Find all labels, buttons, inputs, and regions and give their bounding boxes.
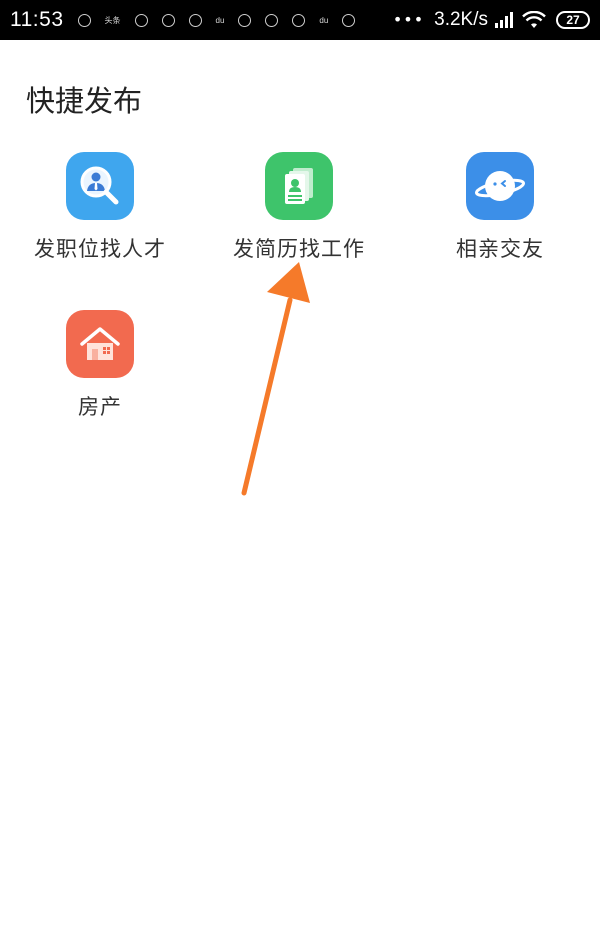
network-speed: 3.2K/s [434, 9, 488, 30]
status-bar: 11:53 头条 du du ••• 3.2K/s 27 [0, 0, 600, 40]
status-time: 11:53 [10, 8, 64, 31]
more-notifications-icon: ••• [392, 10, 425, 29]
quick-publish-item-recruit[interactable]: 发职位找人才 [10, 152, 190, 263]
quick-publish-item-dating[interactable]: 相亲交友 [410, 152, 590, 263]
quick-publish-item-label: 房产 [78, 395, 122, 419]
status-right: ••• 3.2K/s 27 [393, 9, 590, 31]
annotation-arrow [241, 262, 310, 496]
notification-circle-icon [342, 13, 356, 27]
quick-publish-item-resume[interactable]: 发简历找工作 [209, 152, 389, 263]
notification-circle-icon [265, 13, 279, 27]
notification-circle-icon [161, 13, 175, 27]
notification-circle-icon [188, 13, 202, 27]
notification-circle-icon [238, 13, 252, 27]
quick-publish-item-real-estate[interactable]: 房产 [10, 310, 190, 421]
du-notification-icon: du [319, 15, 329, 25]
recruit-search-icon [66, 152, 134, 220]
notification-circle-icon [292, 13, 306, 27]
screen: 11:53 头条 du du ••• 3.2K/s 27 快捷发布 发职位找人才… [0, 0, 600, 947]
notification-circle-icon [134, 13, 148, 27]
du-notification-icon: du [215, 15, 225, 25]
resume-icon [265, 152, 333, 220]
wifi-icon [522, 11, 546, 28]
quick-publish-item-label: 相亲交友 [456, 237, 544, 261]
signal-icon [495, 12, 513, 28]
quick-publish-item-label: 发职位找人才 [34, 237, 166, 261]
quick-publish-item-label: 发简历找工作 [233, 237, 365, 261]
toutiao-notification-icon: 头条 [104, 15, 121, 25]
planet-icon [466, 152, 534, 220]
house-icon [66, 310, 134, 378]
battery-icon: 27 [556, 11, 590, 29]
page-title: 快捷发布 [26, 84, 143, 118]
notification-circle-icon [77, 13, 91, 27]
notification-icons: 头条 du du [77, 13, 356, 27]
